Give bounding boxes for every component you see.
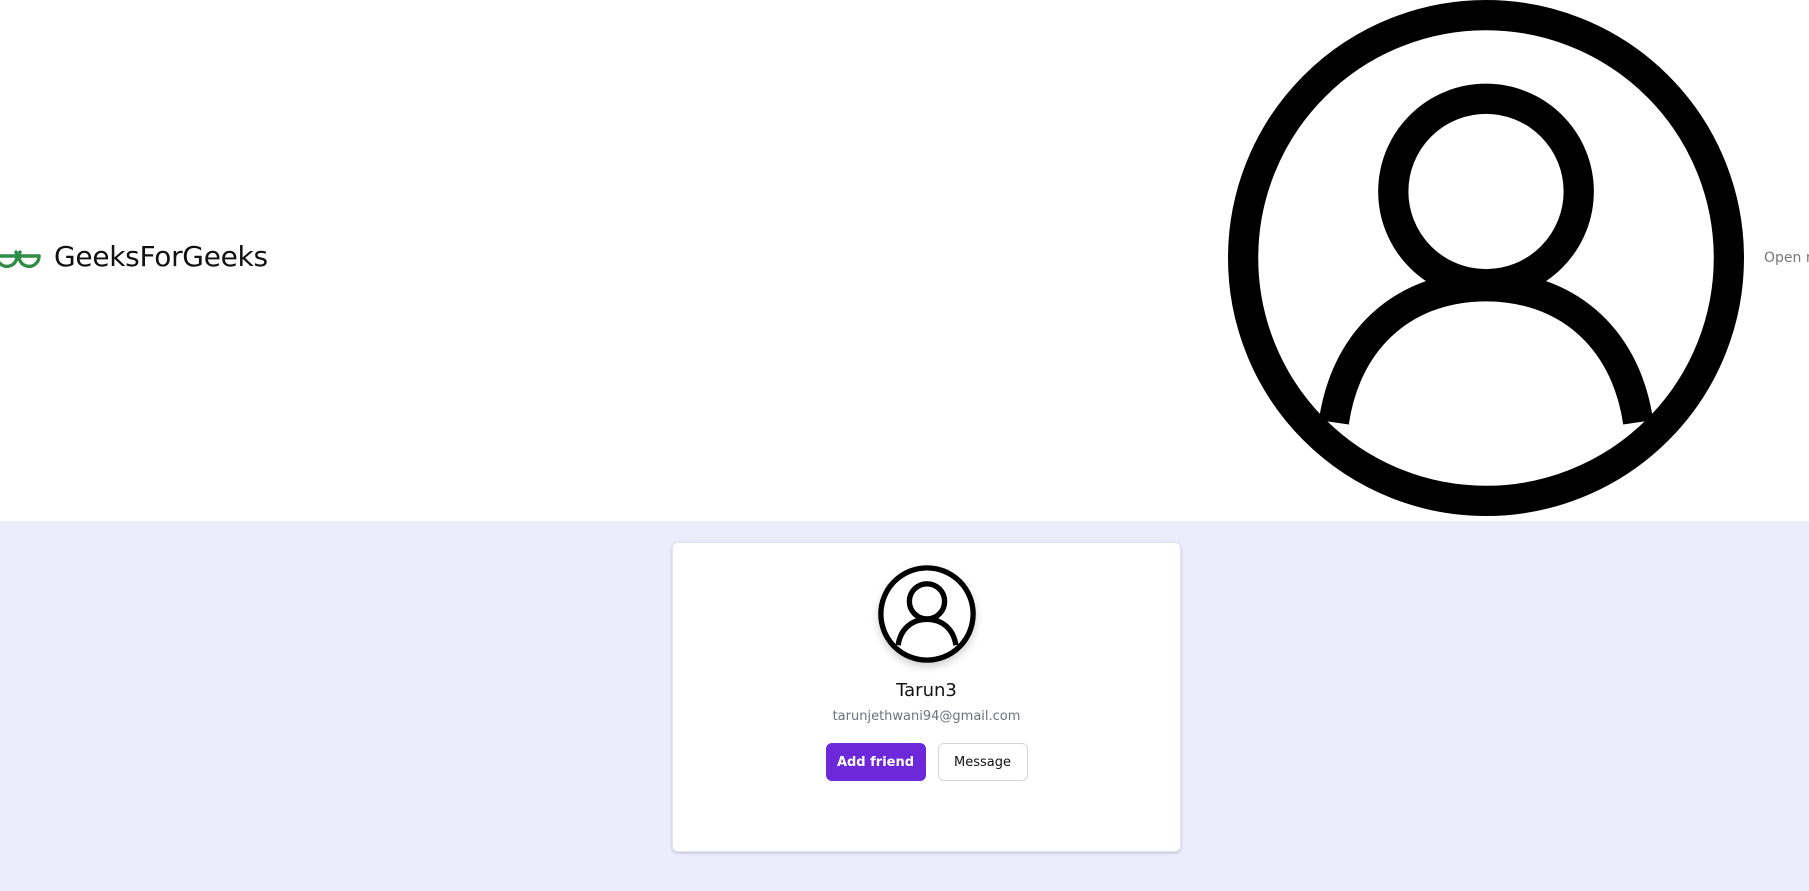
profile-email: tarunjethwani94@gmail.com [832,709,1021,724]
open-main-menu-button[interactable]: Open main menu [1228,0,1809,516]
site-header: GeeksForGeeks Open main menu [0,0,1809,521]
main-content: Tarun3 tarunjethwani94@gmail.com Add fri… [0,521,1809,891]
user-circle-icon [878,565,976,663]
add-friend-button[interactable]: Add friend [825,743,926,781]
brand-link[interactable]: GeeksForGeeks [0,234,268,278]
gfg-logo-icon [0,250,41,269]
brand-name: GeeksForGeeks [54,239,268,273]
user-circle-icon [1228,0,1744,516]
open-main-menu-label: Open main menu [1764,250,1809,266]
message-button[interactable]: Message [937,743,1028,781]
profile-card: Tarun3 tarunjethwani94@gmail.com Add fri… [672,542,1181,852]
profile-avatar [878,565,976,663]
profile-actions: Add friend Message [673,743,1180,781]
profile-name: Tarun3 [896,680,957,701]
